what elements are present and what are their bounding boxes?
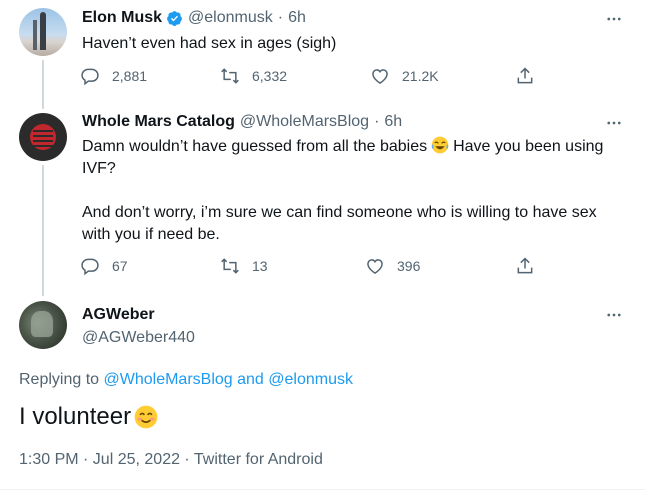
reply-count: 67 <box>112 258 128 274</box>
divider <box>0 489 645 490</box>
avatar[interactable] <box>19 301 67 349</box>
heart-icon <box>372 69 388 84</box>
reply-mention-link[interactable]: @elonmusk <box>268 371 353 388</box>
timestamp[interactable]: 6h <box>288 9 306 27</box>
author-name[interactable]: Whole Mars Catalog <box>82 113 235 131</box>
reply-icon <box>81 68 99 86</box>
retweet-count: 13 <box>252 258 268 274</box>
tweet-text-line: Damn wouldn’t have guessed from all the … <box>82 138 428 155</box>
tweet-header: Elon Musk @elonmusk · 6h <box>82 9 306 27</box>
verified-badge-icon <box>167 10 182 26</box>
reply-and[interactable]: and <box>237 371 264 388</box>
reply-icon <box>81 258 99 276</box>
tweet-text-line: Have you been using <box>453 138 604 155</box>
author-handle[interactable]: @elonmusk <box>188 9 273 27</box>
reply-count: 2,881 <box>112 68 148 84</box>
reply-button[interactable]: 67 <box>80 256 128 276</box>
reply-button[interactable]: 2,881 <box>80 66 147 86</box>
tweet-text-line: with you if need be. <box>82 226 220 243</box>
share-button[interactable] <box>515 66 535 86</box>
tweet-header: Whole Mars Catalog @WholeMarsBlog · 6h <box>82 113 402 131</box>
like-count: 21.2K <box>402 68 439 84</box>
retweet-button[interactable]: 6,332 <box>220 66 287 86</box>
reply-mention-link[interactable]: @WholeMarsBlog <box>104 371 233 388</box>
retweet-icon <box>221 258 239 274</box>
avatar[interactable] <box>19 8 67 56</box>
author-handle[interactable]: @WholeMarsBlog <box>240 113 369 131</box>
like-button[interactable]: 396 <box>365 256 420 276</box>
replying-to: Replying to @WholeMarsBlog and @elonmusk <box>19 371 353 389</box>
author-handle[interactable]: @AGWeber440 <box>82 329 195 347</box>
retweet-button[interactable]: 13 <box>220 256 268 276</box>
avatar[interactable] <box>19 113 67 161</box>
like-button[interactable]: 21.2K <box>370 66 439 86</box>
retweet-icon <box>221 68 239 84</box>
tweet-meta[interactable]: 1:30 PM · Jul 25, 2022 · Twitter for And… <box>19 451 323 469</box>
tweet-text-line: IVF? <box>82 160 116 177</box>
more-icon[interactable] <box>605 10 623 28</box>
replying-label: Replying to <box>19 371 100 388</box>
main-tweet-text-content: I volunteer <box>19 403 132 430</box>
author-name[interactable]: Elon Musk <box>82 9 162 27</box>
like-count: 396 <box>397 258 421 274</box>
retweet-count: 6,332 <box>252 68 288 84</box>
smiling-face-emoji-icon <box>134 405 158 429</box>
thread-line <box>42 60 44 109</box>
author-name[interactable]: AGWeber <box>82 306 155 324</box>
share-icon <box>517 257 533 274</box>
tweet-header-handle: @AGWeber440 <box>82 329 195 347</box>
timestamp[interactable]: 6h <box>384 113 402 131</box>
heart-icon <box>367 259 383 274</box>
more-icon[interactable] <box>605 114 623 132</box>
share-button[interactable] <box>515 256 535 276</box>
share-icon <box>517 67 533 84</box>
more-icon[interactable] <box>605 306 623 324</box>
main-tweet-text: I volunteer <box>19 401 159 433</box>
tweet-header: AGWeber <box>82 306 155 324</box>
tweet-text-line: And don’t worry, i’m sure we can find so… <box>82 204 597 221</box>
tears-of-joy-emoji-icon <box>431 136 449 154</box>
tweet-text: Damn wouldn’t have guessed from all the … <box>82 135 622 246</box>
thread-line <box>42 165 44 296</box>
tweet-text: Haven’t even had sex in ages (sigh) <box>82 35 337 52</box>
separator: · <box>374 113 380 130</box>
separator: · <box>277 9 284 26</box>
